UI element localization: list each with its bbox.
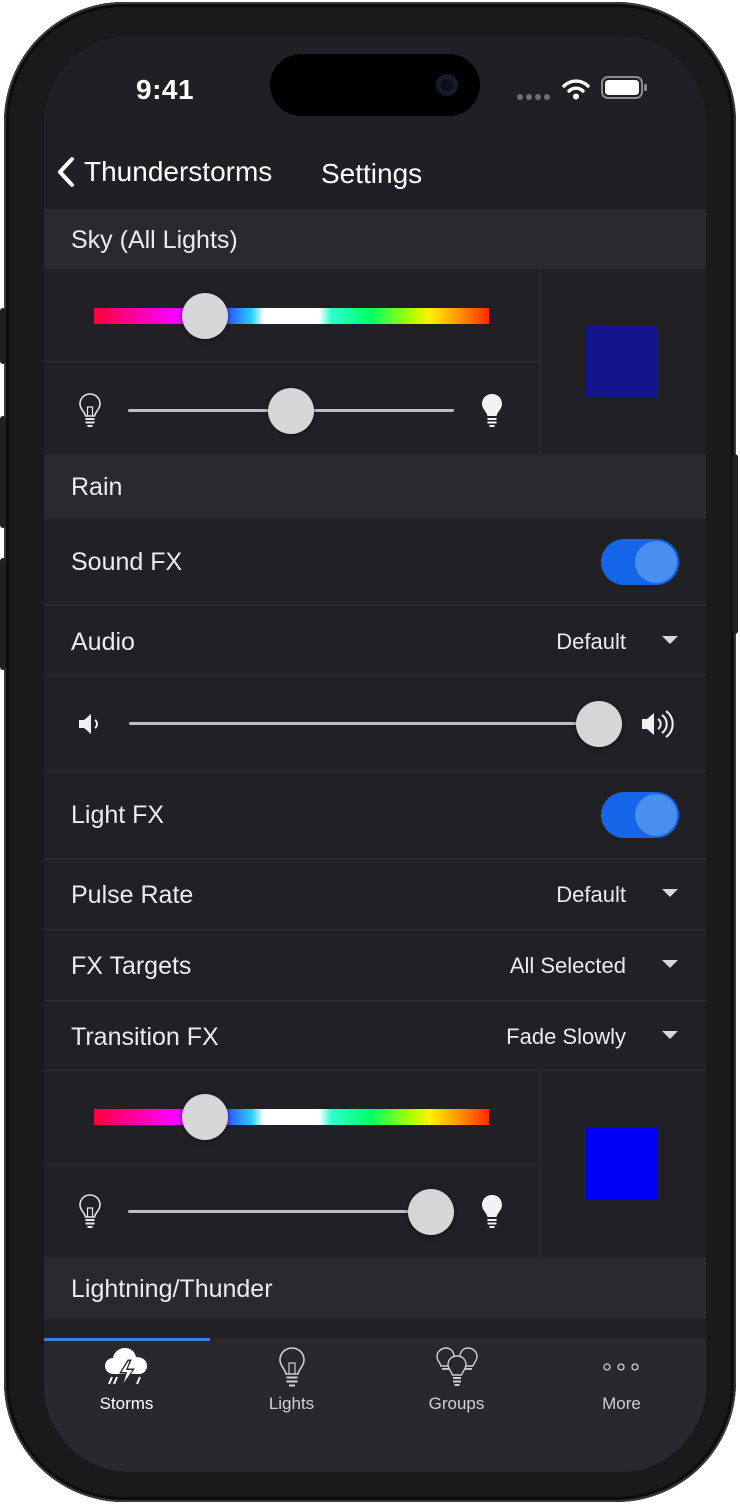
section-header-rain: Rain [44, 455, 706, 519]
pulse-rate-value[interactable]: Default [556, 882, 626, 908]
lightbulb-bright-icon [482, 394, 502, 427]
transition-fx-label: Transition FX [71, 1023, 219, 1051]
sound-fx-row: Sound FX [44, 519, 706, 606]
lightbulb-dim-icon [79, 393, 101, 427]
lightbulb-bright-icon [482, 1195, 502, 1228]
lightbulb-dim-icon [79, 1194, 101, 1228]
chevron-left-icon [58, 157, 74, 187]
battery-icon [601, 76, 647, 99]
back-button-label: Thunderstorms [84, 156, 273, 187]
power-button [732, 454, 738, 634]
fx-targets-label: FX Targets [71, 952, 192, 980]
chevron-down-icon[interactable] [662, 636, 678, 644]
mute-switch [0, 308, 6, 364]
sky-color-swatch[interactable] [586, 326, 658, 398]
rain-color-swatch[interactable] [586, 1128, 658, 1200]
sky-brightness-row [44, 362, 539, 455]
light-fx-row: Light FX [44, 772, 706, 859]
section-title-sky: Sky (All Lights) [71, 226, 238, 254]
volume-up-button [0, 416, 6, 528]
tab-groups[interactable]: Groups [374, 1338, 539, 1438]
rain-hue-row [44, 1071, 539, 1165]
volume-slider-thumb[interactable] [576, 701, 622, 747]
light-fx-label: Light FX [71, 801, 165, 829]
section-header-lightning: Lightning/Thunder [44, 1257, 706, 1319]
sky-hue-slider-thumb[interactable] [181, 293, 228, 339]
fx-targets-value[interactable]: All Selected [510, 953, 626, 979]
light-fx-toggle[interactable] [601, 792, 679, 838]
sky-brightness-slider-thumb[interactable] [268, 388, 314, 434]
tab-label-storms: Storms [99, 1394, 154, 1413]
sky-swatch-cell [539, 269, 706, 455]
fx-targets-row[interactable]: FX Targets All Selected [44, 930, 706, 1001]
rain-brightness-row [44, 1165, 539, 1257]
tab-bar: Storms Lights Groups More [44, 1338, 706, 1472]
pulse-rate-row[interactable]: Pulse Rate Default [44, 859, 706, 930]
audio-value[interactable]: Default [556, 629, 626, 655]
volume-slider-track[interactable] [129, 722, 599, 725]
page-title: Settings [321, 158, 423, 189]
storm-cloud-icon [105, 1348, 147, 1387]
section-title-lightning: Lightning/Thunder [71, 1275, 273, 1303]
toggle-knob [635, 794, 677, 836]
phone-frame: 9:41 Thunderstorms Settings Sky (All Lig… [0, 2, 738, 1502]
toggle-knob [635, 541, 677, 583]
more-dots-icon [603, 1363, 639, 1371]
section-title-rain: Rain [71, 473, 123, 501]
rain-swatch-cell [539, 1071, 706, 1257]
transition-fx-value[interactable]: Fade Slowly [506, 1024, 626, 1050]
rain-hue-slider-track[interactable] [94, 1109, 489, 1125]
lightning-row-peek [44, 1319, 706, 1338]
tab-more[interactable]: More [539, 1338, 704, 1438]
speaker-high-icon [642, 710, 674, 738]
tab-label-more: More [602, 1394, 641, 1413]
audio-row[interactable]: Audio Default [44, 606, 706, 676]
section-header-sky: Sky (All Lights) [44, 209, 706, 269]
rain-hue-slider-thumb[interactable] [181, 1094, 228, 1140]
chevron-down-icon[interactable] [662, 960, 678, 968]
speaker-low-icon [79, 714, 98, 734]
chevron-down-icon[interactable] [662, 1031, 678, 1039]
sky-hue-row [44, 269, 539, 362]
bulb-group-icon [436, 1347, 478, 1386]
tab-label-groups: Groups [428, 1394, 485, 1413]
sound-fx-toggle[interactable] [601, 539, 679, 585]
volume-row [44, 676, 706, 772]
tab-lights[interactable]: Lights [209, 1338, 374, 1438]
transition-fx-row[interactable]: Transition FX Fade Slowly [44, 1001, 706, 1071]
camera-icon [436, 74, 458, 96]
sky-hue-slider-track[interactable] [94, 308, 489, 324]
cellular-signal-icon [517, 94, 550, 100]
back-button[interactable]: Thunderstorms [56, 156, 272, 188]
lightbulb-icon [279, 1347, 305, 1387]
tab-storms[interactable]: Storms [44, 1338, 209, 1438]
navigation-bar: Thunderstorms Settings [44, 148, 706, 208]
sound-fx-label: Sound FX [71, 548, 183, 576]
screen: 9:41 Thunderstorms Settings Sky (All Lig… [44, 36, 706, 1472]
audio-label: Audio [71, 628, 135, 656]
chevron-down-icon[interactable] [662, 889, 678, 897]
tab-label-lights: Lights [268, 1394, 315, 1413]
dynamic-island [270, 54, 480, 116]
wifi-icon [562, 79, 590, 100]
status-bar: 9:41 [44, 36, 706, 156]
volume-down-button [0, 558, 6, 670]
pulse-rate-label: Pulse Rate [71, 881, 194, 909]
status-time: 9:41 [136, 74, 195, 105]
rain-brightness-slider-track[interactable] [128, 1210, 454, 1213]
rain-brightness-slider-thumb[interactable] [408, 1189, 455, 1235]
